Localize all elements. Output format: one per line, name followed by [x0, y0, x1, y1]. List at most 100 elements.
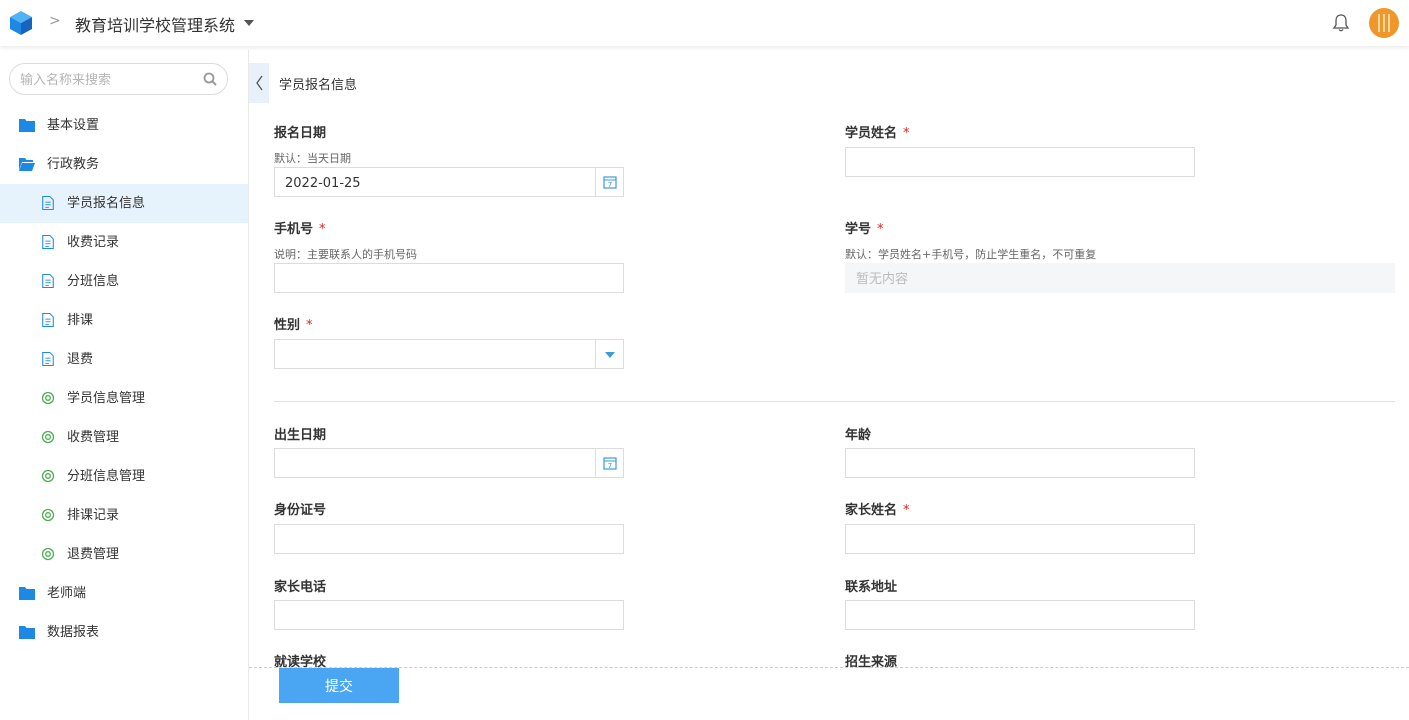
sidebar-item-refund-mgmt[interactable]: 退费管理 — [0, 535, 248, 574]
student-name-input[interactable] — [856, 153, 1156, 173]
submit-button[interactable]: 提交 — [279, 668, 399, 703]
calendar-icon: 7 — [603, 457, 617, 470]
dropdown-button[interactable] — [595, 340, 623, 368]
caret-down-icon — [605, 352, 615, 358]
sidebar-item-label: 分班信息管理 — [67, 469, 146, 484]
sidebar-item-label: 排课记录 — [67, 508, 120, 523]
address-input[interactable] — [856, 606, 1156, 626]
calendar-icon: 7 — [603, 176, 617, 189]
phone-label: 手机号 * — [274, 222, 326, 237]
student-name-label: 学员姓名 * — [845, 126, 910, 141]
sidebar-item-student-info-mgmt[interactable]: 学员信息管理 — [0, 379, 248, 418]
sidebar-item-label: 老师端 — [47, 586, 87, 601]
sidebar-item-label: 分班信息 — [67, 274, 120, 289]
parent-name-label: 家长姓名 * — [845, 503, 910, 518]
id-number-input[interactable] — [285, 530, 585, 550]
sidebar-item-label: 退费管理 — [67, 547, 120, 562]
sidebar-item-class-info-mgmt[interactable]: 分班信息管理 — [0, 457, 248, 496]
search-box — [9, 63, 228, 95]
student-no-field — [845, 263, 1395, 293]
sidebar-item-label: 收费记录 — [67, 235, 120, 250]
top-bar: > 教育培训学校管理系统 — [0, 0, 1409, 46]
sidebar-item-label: 排课 — [67, 313, 94, 328]
parent-name-input[interactable] — [856, 530, 1156, 550]
folder-icon — [19, 587, 35, 600]
phone-field — [274, 263, 624, 293]
collapse-sidebar-button[interactable] — [249, 63, 269, 103]
parent-phone-field — [274, 600, 624, 630]
avatar[interactable] — [1369, 8, 1399, 38]
enroll-date-hint: 默认：当天日期 — [274, 152, 351, 165]
student-name-field — [845, 147, 1195, 177]
footer-divider — [249, 667, 1409, 668]
folder-icon — [19, 119, 35, 132]
target-icon — [41, 391, 55, 405]
folder-open-icon — [19, 158, 35, 171]
svg-text:7: 7 — [608, 181, 612, 189]
student-no-label: 学号 * — [845, 222, 884, 237]
birth-date-input[interactable] — [285, 454, 585, 474]
document-icon — [42, 352, 54, 366]
document-icon — [42, 196, 54, 210]
id-number-field — [274, 524, 624, 554]
sidebar-item-admin-affairs[interactable]: 行政教务 — [0, 145, 248, 184]
id-number-label: 身份证号 — [274, 503, 327, 518]
sidebar-item-class-info[interactable]: 分班信息 — [0, 262, 248, 301]
birth-date-field: 7 — [274, 448, 624, 478]
gender-select[interactable] — [274, 339, 624, 369]
sidebar-item-schedule-records[interactable]: 排课记录 — [0, 496, 248, 535]
enroll-date-input[interactable] — [285, 173, 585, 193]
sidebar-item-label: 退费 — [67, 352, 94, 367]
parent-phone-input[interactable] — [285, 606, 585, 626]
app-title[interactable]: 教育培训学校管理系统 — [75, 12, 235, 36]
birth-date-label: 出生日期 — [274, 428, 327, 443]
target-icon — [41, 508, 55, 522]
main-content: 学员报名信息 报名日期 默认：当天日期 7 学员姓名* 手机号* 说明：主要联系… — [249, 50, 1409, 720]
breadcrumb-chevron-icon: > — [49, 13, 61, 29]
target-icon — [41, 469, 55, 483]
sidebar-item-refund[interactable]: 退费 — [0, 340, 248, 379]
caret-down-icon[interactable] — [244, 20, 254, 26]
document-icon — [42, 235, 54, 249]
svg-text:7: 7 — [608, 462, 612, 470]
sidebar-item-fee-mgmt[interactable]: 收费管理 — [0, 418, 248, 457]
student-no-hint: 默认：学员姓名+手机号，防止学生重名，不可重复 — [845, 248, 1097, 261]
calendar-button[interactable]: 7 — [595, 168, 623, 196]
sidebar-item-student-enrollment[interactable]: 学员报名信息 — [0, 184, 248, 223]
sidebar-item-teacher[interactable]: 老师端 — [0, 574, 248, 613]
sidebar-item-schedule[interactable]: 排课 — [0, 301, 248, 340]
sidebar-item-label: 基本设置 — [47, 118, 100, 133]
search-icon[interactable] — [203, 72, 217, 86]
parent-name-field — [845, 524, 1195, 554]
sidebar-item-label: 学员信息管理 — [67, 391, 146, 406]
sidebar-item-label: 学员报名信息 — [67, 196, 146, 211]
section-divider — [274, 401, 1395, 402]
sidebar-item-reports[interactable]: 数据报表 — [0, 613, 248, 652]
cube-logo-icon[interactable] — [9, 10, 33, 36]
search-input[interactable] — [20, 70, 200, 90]
calendar-button[interactable]: 7 — [595, 449, 623, 477]
bell-icon[interactable] — [1332, 13, 1350, 33]
enroll-date-label: 报名日期 — [274, 126, 327, 141]
sidebar-item-label: 行政教务 — [47, 157, 100, 172]
phone-hint: 说明：主要联系人的手机号码 — [274, 248, 417, 261]
age-input[interactable] — [856, 454, 1156, 474]
target-icon — [41, 430, 55, 444]
parent-phone-label: 家长电话 — [274, 580, 327, 595]
folder-icon — [19, 626, 35, 639]
document-icon — [42, 313, 54, 327]
sidebar: 基本设置 行政教务 学员报名信息 收费记录 分班信息 排课 退费 学员信息管理 — [0, 50, 249, 720]
sidebar-item-fee-records[interactable]: 收费记录 — [0, 223, 248, 262]
sidebar-nav: 基本设置 行政教务 学员报名信息 收费记录 分班信息 排课 退费 学员信息管理 — [0, 106, 248, 652]
sidebar-item-basic-settings[interactable]: 基本设置 — [0, 106, 248, 145]
chevron-left-icon — [256, 75, 263, 91]
address-field — [845, 600, 1195, 630]
sidebar-item-label: 收费管理 — [67, 430, 120, 445]
phone-input[interactable] — [285, 269, 585, 289]
enroll-date-field: 7 — [274, 167, 624, 197]
gender-label: 性别 * — [274, 318, 313, 333]
address-label: 联系地址 — [845, 580, 898, 595]
document-icon — [42, 274, 54, 288]
sidebar-item-label: 数据报表 — [47, 625, 100, 640]
age-field — [845, 448, 1195, 478]
